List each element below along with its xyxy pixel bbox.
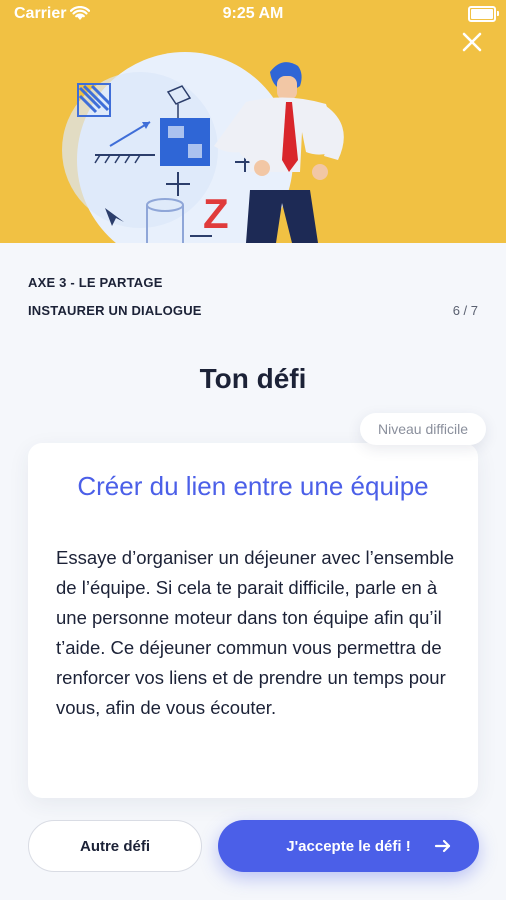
challenge-screen: AXE 3 - LE PARTAGE INSTAURER UN DIALOGUE…	[0, 243, 506, 900]
other-challenge-button[interactable]: Autre défi	[28, 820, 202, 872]
arrow-right-icon	[434, 839, 451, 853]
status-time: 9:25 AM	[222, 5, 284, 22]
progress-indicator: 6 / 7	[452, 303, 478, 318]
svg-text:Z: Z	[203, 190, 229, 237]
accept-challenge-label: J'accepte le défi !	[286, 837, 411, 855]
challenge-title: Créer du lien entre une équipe	[77, 471, 429, 501]
page-title: Ton défi	[199, 363, 307, 394]
lesson-title: INSTAURER UN DIALOGUE	[28, 303, 202, 318]
other-challenge-label: Autre défi	[79, 837, 150, 855]
challenge-card: Créer du lien entre une équipe Essaye d’…	[28, 443, 478, 798]
accept-challenge-button[interactable]: J'accepte le défi !	[218, 820, 479, 872]
status-bar: Carrier 9:25 AM	[0, 0, 506, 28]
header-banner: Z Carrier 9:25 AM	[0, 0, 506, 243]
battery-icon	[468, 6, 499, 22]
axis-label: AXE 3 - LE PARTAGE	[28, 275, 163, 290]
business-man-illustration: Z	[62, 52, 344, 243]
close-icon[interactable]	[460, 30, 484, 54]
difficulty-badge: Niveau difficile	[359, 413, 486, 445]
challenge-description: Essaye d’organiser un déjeuner avec l’en…	[56, 547, 454, 718]
